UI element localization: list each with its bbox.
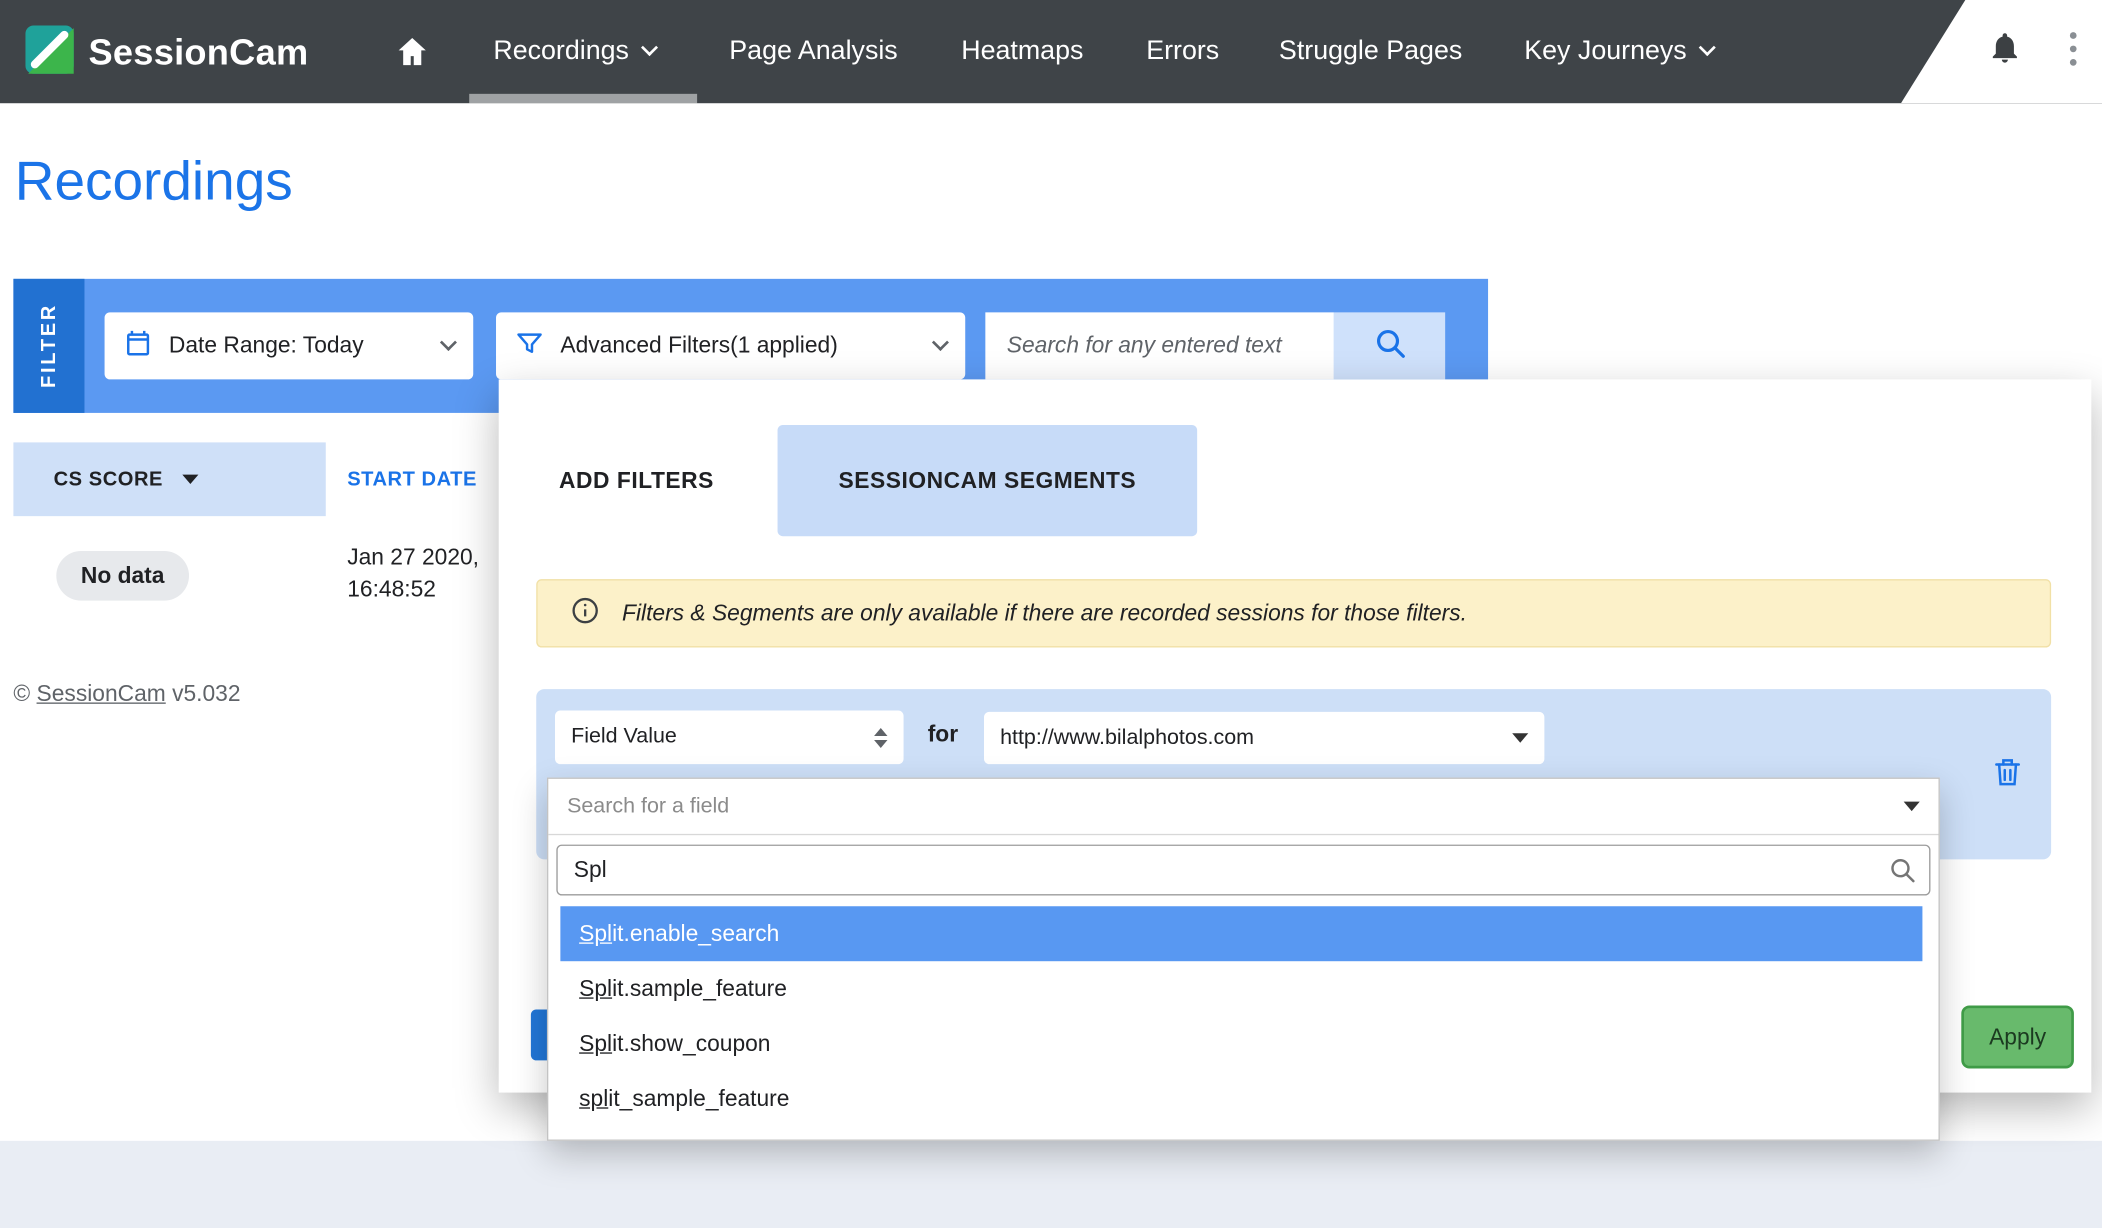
nav-item-struggle-pages-label: Struggle Pages xyxy=(1279,36,1462,67)
nav-item-recordings-label: Recordings xyxy=(493,36,629,67)
field-option-list: Split.enable_search Split.sample_feature… xyxy=(560,906,1922,1126)
nav-item-key-journeys[interactable]: Key Journeys xyxy=(1524,0,1713,103)
info-banner: Filters & Segments are only available if… xyxy=(536,579,2051,647)
sort-arrow-icon xyxy=(182,475,198,484)
advanced-filters-label: Advanced Filters(1 applied) xyxy=(560,332,837,359)
column-header-cs-score[interactable]: CS SCORE xyxy=(13,442,325,516)
field-option-split-sample-feature[interactable]: Split.sample_feature xyxy=(560,961,1922,1016)
version-label: v5.032 xyxy=(172,681,240,706)
info-banner-text: Filters & Segments are only available if… xyxy=(622,600,1467,627)
for-label: for xyxy=(928,721,958,748)
text-search-input[interactable] xyxy=(985,312,1334,379)
nav-item-heatmaps-label: Heatmaps xyxy=(961,36,1083,67)
brand-name: SessionCam xyxy=(88,32,308,74)
sessioncam-footer-link[interactable]: SessionCam xyxy=(37,681,166,706)
cs-score-badge: No data xyxy=(56,551,189,601)
field-search-input[interactable] xyxy=(556,845,1930,896)
filter-collapse-tab[interactable]: FILTER xyxy=(13,279,84,413)
site-select[interactable]: http://www.bilalphotos.com xyxy=(984,712,1544,764)
tab-add-filters[interactable]: ADD FILTERS xyxy=(559,425,714,536)
field-option-split-enable-search[interactable]: Split.enable_search xyxy=(560,906,1922,961)
caret-down-icon xyxy=(1512,733,1528,742)
cs-score-header-label: CS SCORE xyxy=(54,468,163,491)
date-range-button[interactable]: Date Range: Today xyxy=(105,312,474,379)
field-search-icon xyxy=(1888,855,1917,891)
info-icon xyxy=(570,595,601,633)
nav-item-heatmaps[interactable]: Heatmaps xyxy=(961,0,1083,103)
chevron-down-icon xyxy=(932,334,949,351)
nav-item-page-analysis-label: Page Analysis xyxy=(729,36,897,67)
search-button[interactable] xyxy=(1334,312,1445,379)
brand-logo[interactable]: SessionCam xyxy=(24,24,308,82)
field-combo-placeholder: Search for a field xyxy=(567,794,729,818)
start-date-line1: Jan 27 2020, xyxy=(347,542,479,574)
nav-item-errors-label: Errors xyxy=(1146,36,1219,67)
page-title: Recordings xyxy=(15,150,293,213)
start-date-header-label: START DATE xyxy=(347,468,477,491)
start-date-cell: Jan 27 2020, 16:48:52 xyxy=(347,542,479,606)
trash-icon xyxy=(1991,771,2025,794)
apply-button[interactable]: Apply xyxy=(1961,1005,2074,1068)
nav-item-recordings[interactable]: Recordings xyxy=(493,0,655,103)
field-option-split-show-coupon[interactable]: Split.show_coupon xyxy=(560,1016,1922,1071)
page-background-strip xyxy=(0,1141,2102,1228)
app-viewport: SessionCam Recordings Page Analysis Heat… xyxy=(0,0,2102,1228)
caret-down-icon xyxy=(1904,802,1920,811)
notification-bell-icon[interactable] xyxy=(1987,29,2023,72)
footer-copyright: © SessionCam v5.032 xyxy=(13,681,240,708)
active-nav-underline xyxy=(469,94,697,103)
home-icon[interactable] xyxy=(394,34,430,77)
date-range-label: Date Range: Today xyxy=(169,332,364,359)
sessioncam-logo-icon xyxy=(24,24,75,82)
field-combo-dropdown: Search for a field Split.enable_search S… xyxy=(547,778,1940,1141)
copyright-symbol: © xyxy=(13,681,30,706)
advanced-filters-button[interactable]: Advanced Filters(1 applied) xyxy=(496,312,965,379)
nav-item-page-analysis[interactable]: Page Analysis xyxy=(729,0,897,103)
site-select-value: http://www.bilalphotos.com xyxy=(1000,726,1254,750)
field-type-select[interactable]: Field Value xyxy=(555,711,904,765)
updown-spinner-icon xyxy=(874,727,887,747)
start-date-line2: 16:48:52 xyxy=(347,574,479,606)
field-option-split-sample-feature-lower[interactable]: split_sample_feature xyxy=(560,1071,1922,1126)
chevron-down-icon xyxy=(641,39,658,56)
calendar-icon xyxy=(123,328,152,364)
search-icon xyxy=(1372,325,1407,367)
filter-tab-label: FILTER xyxy=(38,303,61,388)
field-search-wrapper xyxy=(556,845,1930,896)
nav-item-errors[interactable]: Errors xyxy=(1146,0,1219,103)
filter-funnel-icon xyxy=(515,328,544,364)
nav-item-struggle-pages[interactable]: Struggle Pages xyxy=(1279,0,1462,103)
tab-sessioncam-segments[interactable]: SESSIONCAM SEGMENTS xyxy=(778,425,1198,536)
top-navigation-bar: SessionCam Recordings Page Analysis Heat… xyxy=(0,0,2102,103)
kebab-menu-icon[interactable] xyxy=(2070,32,2077,66)
chevron-down-icon xyxy=(440,334,457,351)
nav-item-key-journeys-label: Key Journeys xyxy=(1524,36,1686,67)
chevron-down-icon xyxy=(1699,39,1716,56)
field-type-value: Field Value xyxy=(571,725,677,749)
field-combo-header[interactable]: Search for a field xyxy=(548,779,1938,835)
delete-filter-button[interactable] xyxy=(1991,755,2025,795)
